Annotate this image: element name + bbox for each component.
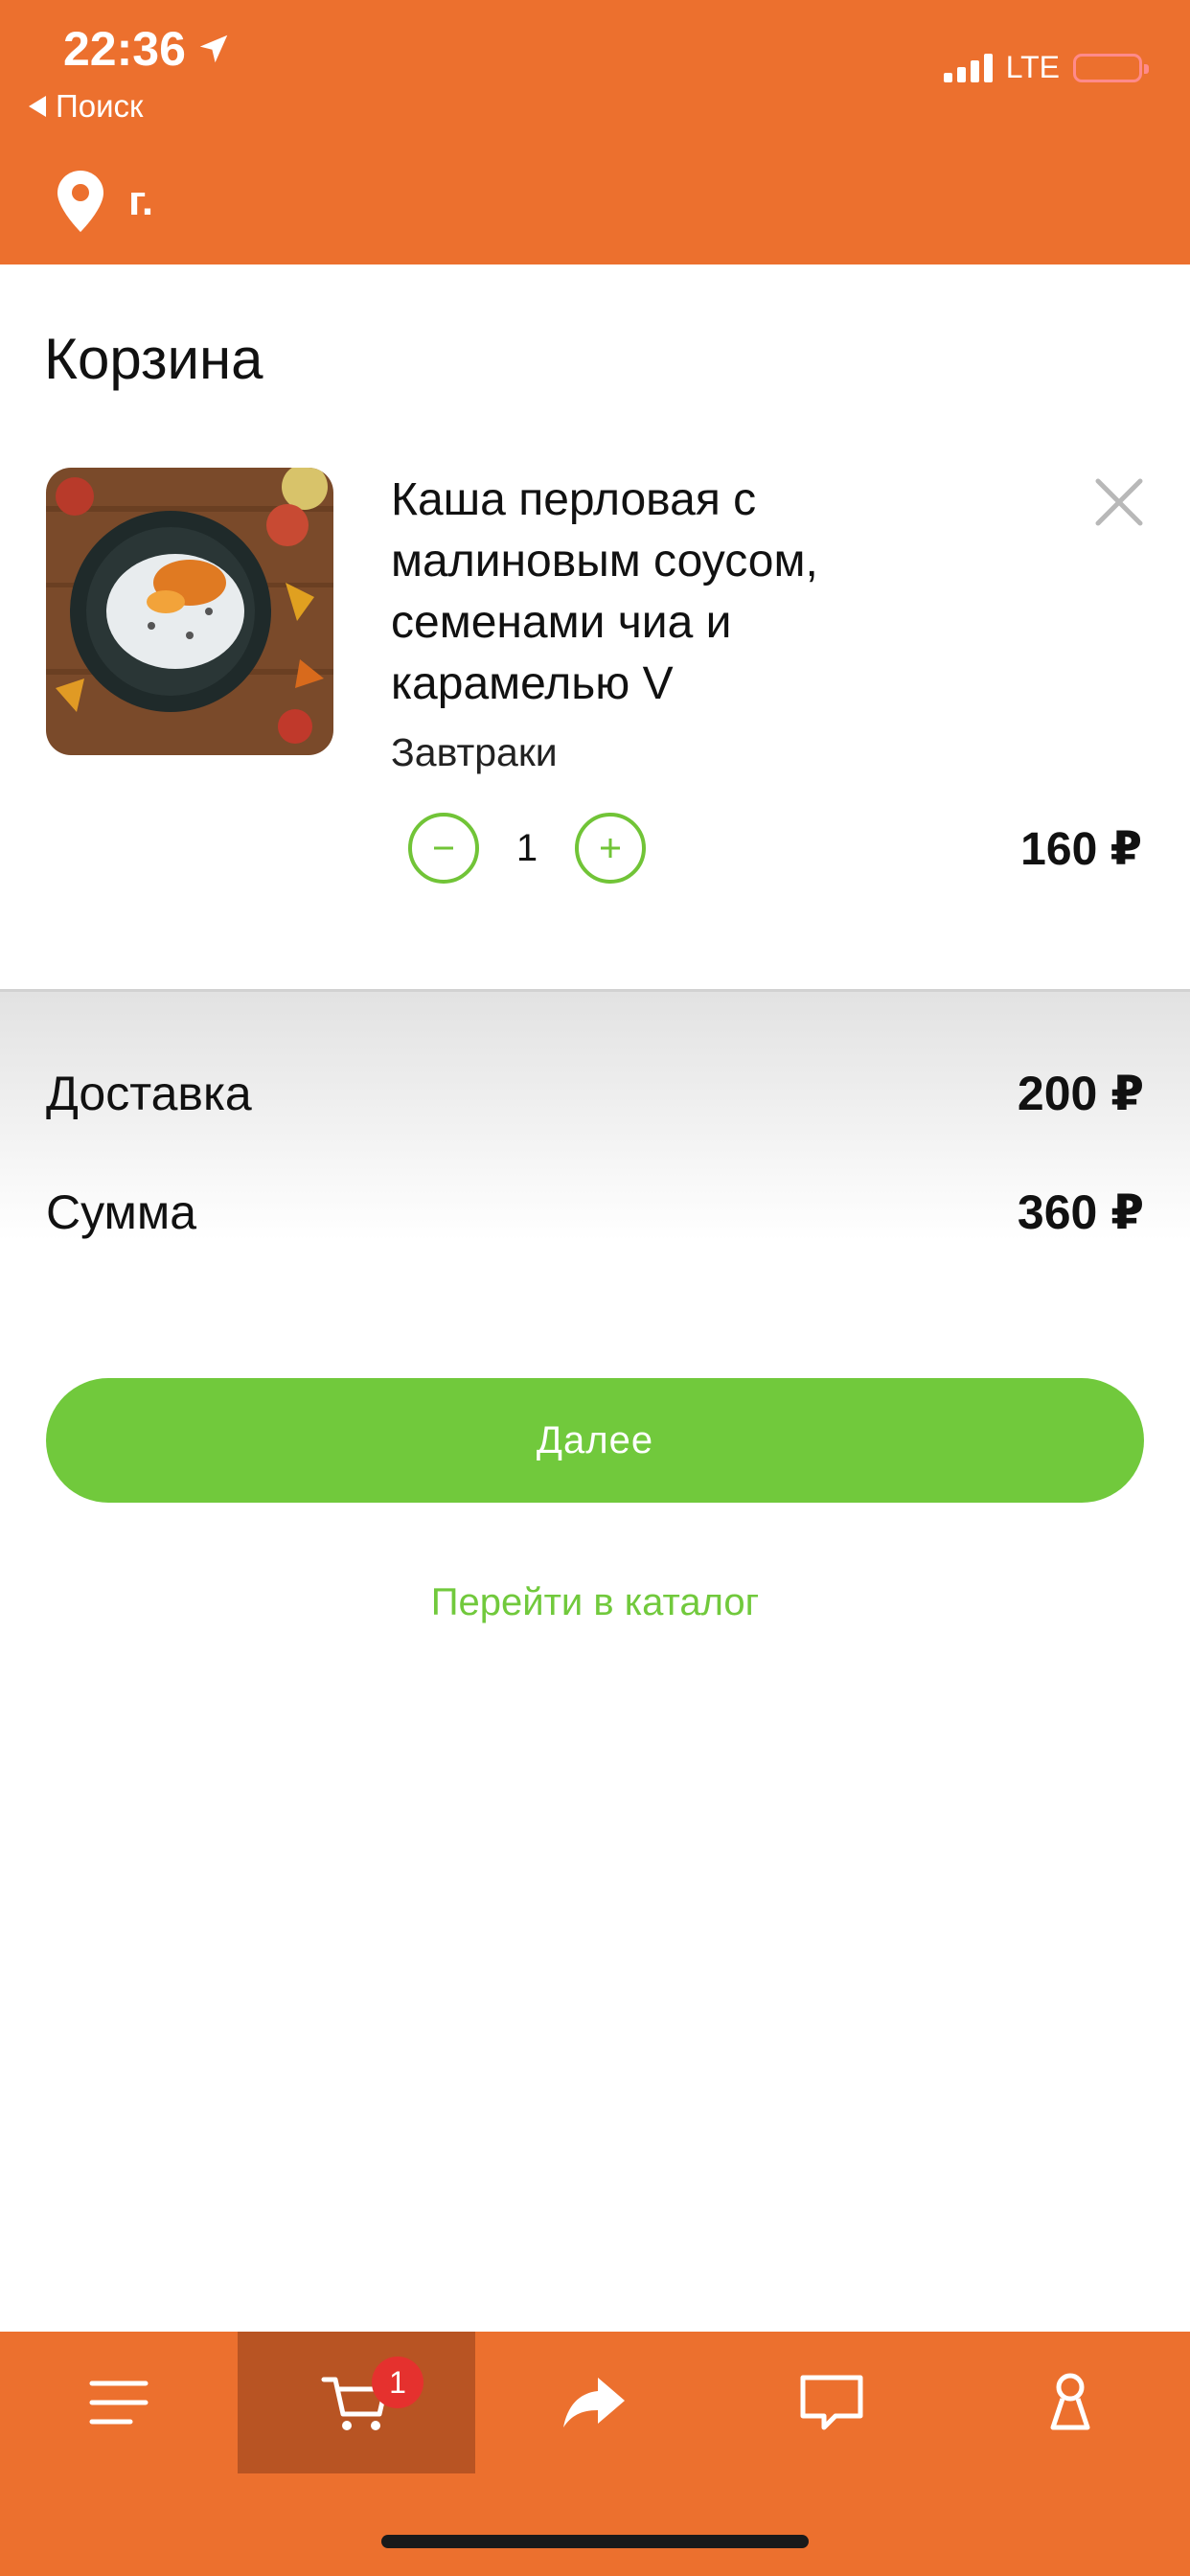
product-category: Завтраки bbox=[391, 730, 558, 774]
cart-badge: 1 bbox=[372, 2357, 423, 2408]
status-time: 22:36 bbox=[63, 21, 232, 77]
delivery-label: Доставка bbox=[46, 1067, 252, 1120]
product-name: Каша перловая с малиновым соусом, семена… bbox=[391, 474, 818, 709]
decrease-quantity-button[interactable] bbox=[408, 813, 479, 884]
next-button[interactable]: Далее bbox=[46, 1378, 1144, 1503]
tab-menu[interactable] bbox=[0, 2332, 238, 2473]
bottom-tab-bar: 1 bbox=[0, 2332, 1190, 2576]
tab-share[interactable] bbox=[475, 2332, 713, 2473]
sum-row: Сумма 360 ₽ bbox=[46, 1184, 1144, 1240]
tab-profile[interactable] bbox=[950, 2332, 1190, 2473]
home-indicator bbox=[381, 2535, 809, 2548]
back-to-search[interactable]: Поиск bbox=[29, 88, 143, 125]
sum-value: 360 ₽ bbox=[1017, 1185, 1144, 1239]
chat-bubble-icon bbox=[800, 2375, 863, 2430]
app-header: 22:36 Поиск LTE г. bbox=[0, 0, 1190, 264]
profile-icon bbox=[1050, 2373, 1090, 2430]
increase-quantity-button[interactable] bbox=[575, 813, 646, 884]
product-price: 160 ₽ bbox=[1020, 824, 1142, 875]
plus-icon bbox=[601, 839, 620, 858]
page-title: Корзина bbox=[44, 327, 263, 391]
quantity-stepper: 1 bbox=[408, 813, 646, 884]
product-image[interactable] bbox=[46, 468, 333, 755]
menu-icon bbox=[89, 2380, 149, 2425]
status-time-text: 22:36 bbox=[63, 22, 186, 76]
map-pin-icon bbox=[57, 171, 103, 232]
minus-icon bbox=[434, 846, 453, 850]
sum-label: Сумма bbox=[46, 1185, 197, 1239]
location-selector[interactable]: г. bbox=[57, 171, 153, 232]
location-arrow-icon bbox=[199, 34, 228, 63]
tab-chat[interactable] bbox=[713, 2332, 950, 2473]
signal-icon bbox=[943, 53, 993, 82]
close-icon[interactable] bbox=[1092, 475, 1146, 529]
delivery-value: 200 ₽ bbox=[1017, 1067, 1144, 1120]
food-photo-icon bbox=[46, 468, 333, 755]
delivery-row: Доставка 200 ₽ bbox=[46, 1066, 1144, 1121]
go-to-catalog-link[interactable]: Перейти в каталог bbox=[0, 1581, 1190, 1624]
quantity-value: 1 bbox=[515, 826, 538, 869]
battery-icon bbox=[1073, 53, 1149, 82]
share-arrow-icon bbox=[563, 2378, 625, 2427]
network-type: LTE bbox=[1005, 50, 1060, 84]
city-label: г. bbox=[128, 177, 154, 224]
status-indicators: LTE bbox=[943, 50, 1149, 85]
tab-cart[interactable]: 1 bbox=[238, 2332, 475, 2473]
back-triangle-icon bbox=[29, 96, 46, 117]
back-label: Поиск bbox=[56, 88, 144, 124]
